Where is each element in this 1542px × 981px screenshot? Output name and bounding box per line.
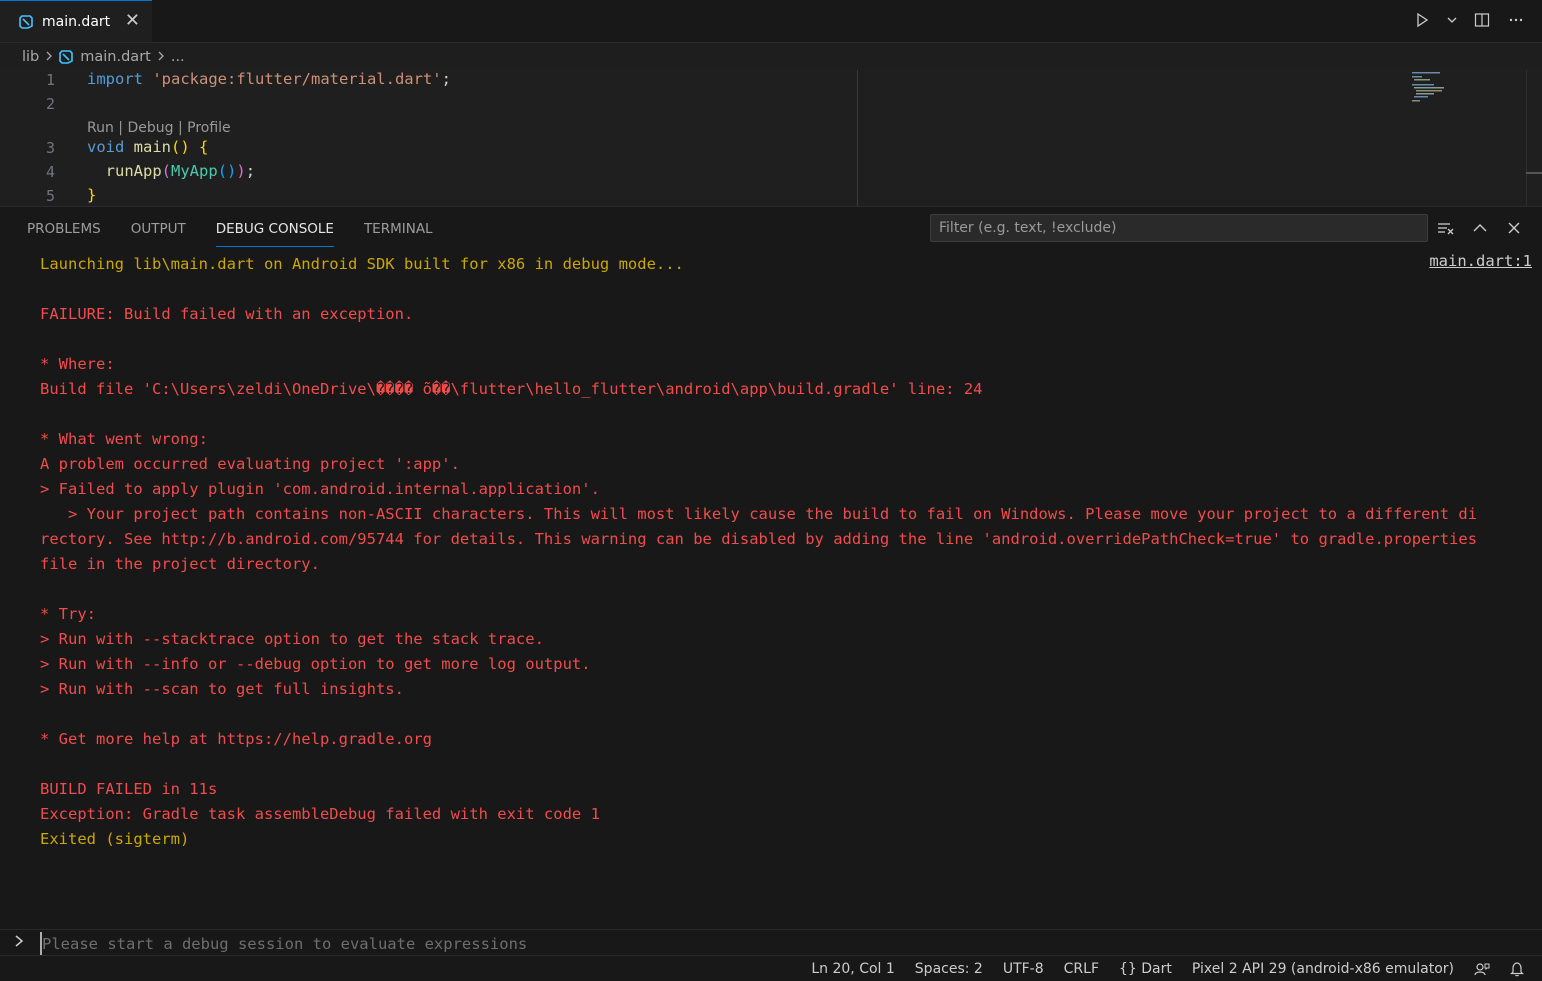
repl-input[interactable] [40, 932, 944, 956]
tab-label: main.dart [42, 13, 111, 30]
line-number: 1 [45, 71, 55, 89]
chevron-down-icon[interactable] [1446, 10, 1458, 30]
code-editor[interactable]: 1 2 3 4 5 import 'package:flutter/materi… [0, 68, 1542, 206]
code-token: ; [245, 162, 256, 180]
status-device[interactable]: Pixel 2 API 29 (android-x86 emulator) [1182, 961, 1464, 977]
status-eol[interactable]: CRLF [1054, 961, 1109, 977]
code-token: ( [161, 162, 172, 180]
code-token: ; [441, 70, 451, 88]
editor-scrollbar[interactable] [1526, 70, 1527, 206]
panel-actions [1436, 218, 1524, 238]
run-icon[interactable] [1412, 10, 1432, 30]
code-token: runApp [105, 162, 162, 180]
code-token: { [199, 138, 209, 156]
code-token: () [217, 162, 237, 180]
console-line: BUILD FAILED in 11s [40, 780, 218, 798]
debug-console-output: Launching lib\main.dart on Android SDK b… [40, 252, 1524, 852]
code-token: ) [236, 162, 246, 180]
status-indentation[interactable]: Spaces: 2 [905, 961, 993, 977]
console-line: * Try: [40, 605, 96, 623]
breadcrumb: lib main.dart ... [22, 46, 185, 68]
scrollbar-thumb[interactable] [1526, 172, 1542, 174]
chevron-right-icon [14, 933, 24, 952]
code-token: 'package:flutter/material.dart' [152, 70, 442, 88]
console-line: FAILURE: Build failed with an exception. [40, 305, 414, 323]
maximize-panel-icon[interactable] [1470, 218, 1490, 238]
console-line: Exception: Gradle task assembleDebug fai… [40, 805, 600, 823]
feedback-icon[interactable] [1464, 961, 1500, 977]
minimap[interactable] [1410, 70, 1470, 110]
line-number: 5 [45, 187, 55, 205]
console-line: > Run with --info or --debug option to g… [40, 655, 591, 673]
status-language[interactable]: {} Dart [1109, 961, 1182, 977]
tab-debug-console[interactable]: DEBUG CONSOLE [215, 207, 335, 247]
console-line: A problem occurred evaluating project ':… [40, 455, 460, 473]
console-line: file in the project directory. [40, 555, 320, 573]
console-line: * Get more help at https://help.gradle.o… [40, 730, 432, 748]
tab-problems[interactable]: PROBLEMS [27, 207, 101, 245]
codelens-run-debug-profile[interactable]: Run | Debug | Profile [87, 120, 231, 136]
panel-tabs: PROBLEMS OUTPUT DEBUG CONSOLE TERMINAL [27, 207, 433, 247]
chevron-right-icon [45, 49, 53, 65]
close-panel-icon[interactable] [1504, 218, 1524, 238]
console-line: * What went wrong: [40, 430, 208, 448]
chevron-right-icon [157, 49, 165, 65]
code-token: } [87, 186, 97, 204]
line-number: 4 [45, 163, 55, 181]
tab-main-dart[interactable]: main.dart ✕ [0, 0, 152, 42]
editor-tab-bar: main.dart ✕ [0, 0, 1542, 43]
line-number: 2 [45, 95, 55, 113]
code-line: import 'package:flutter/material.dart'; [87, 70, 451, 88]
tab-output[interactable]: OUTPUT [131, 207, 186, 245]
editor-ruler [857, 70, 858, 206]
editor-actions [1412, 10, 1526, 30]
breadcrumb-file[interactable]: main.dart [80, 49, 151, 65]
console-filter-input[interactable] [930, 214, 1428, 242]
breadcrumb-folder[interactable]: lib [22, 49, 39, 65]
breadcrumb-more[interactable]: ... [171, 49, 185, 65]
dart-file-icon [59, 50, 74, 64]
console-line: > Failed to apply plugin 'com.android.in… [40, 480, 600, 498]
code-token: import [87, 70, 143, 88]
console-line: * Where: [40, 355, 115, 373]
bottom-panel: PROBLEMS OUTPUT DEBUG CONSOLE TERMINAL m… [0, 206, 1542, 956]
tab-terminal[interactable]: TERMINAL [364, 207, 433, 245]
close-icon[interactable]: ✕ [125, 10, 140, 31]
console-line: > Your project path contains non-ASCII c… [40, 505, 1478, 523]
status-bar: Ln 20, Col 1 Spaces: 2 UTF-8 CRLF {} Dar… [0, 955, 1542, 981]
dart-file-icon [19, 14, 33, 29]
code-token: void [87, 138, 125, 156]
console-line: Launching lib\main.dart on Android SDK b… [40, 255, 684, 273]
status-encoding[interactable]: UTF-8 [993, 961, 1054, 977]
code-line: runApp(MyApp()); [87, 162, 255, 180]
clear-console-icon[interactable] [1436, 218, 1456, 238]
line-number: 3 [45, 139, 55, 157]
split-editor-icon[interactable] [1472, 10, 1492, 30]
code-token: MyApp [171, 162, 218, 180]
repl-input-row [0, 929, 1542, 956]
console-line: Build file 'C:\Users\zeldi\OneDrive\����… [40, 380, 983, 398]
console-line: > Run with --stacktrace option to get th… [40, 630, 544, 648]
status-cursor-position[interactable]: Ln 20, Col 1 [801, 961, 904, 977]
code-token: () [171, 138, 190, 156]
bell-icon[interactable] [1500, 961, 1542, 977]
code-line: } [87, 186, 96, 204]
console-line: rectory. See http://b.android.com/95744 … [40, 530, 1478, 548]
console-line: > Run with --scan to get full insights. [40, 680, 404, 698]
more-actions-icon[interactable] [1506, 10, 1526, 30]
code-token: main [133, 138, 171, 156]
code-line: void main() { [87, 138, 208, 156]
console-line: Exited (sigterm) [40, 830, 190, 848]
